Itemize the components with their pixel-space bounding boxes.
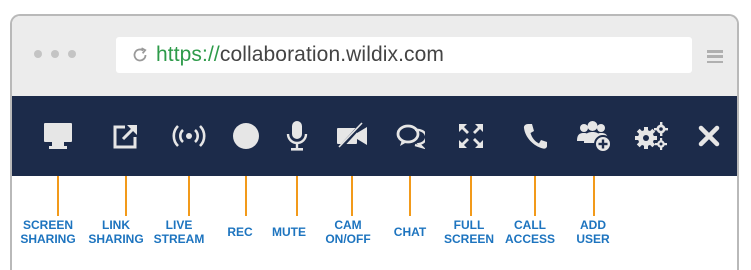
window-dot[interactable] xyxy=(34,50,42,58)
label-call-access: CALL ACCESS xyxy=(504,218,556,246)
url-text[interactable]: https://collaboration.wildix.com xyxy=(156,43,444,67)
gears-icon xyxy=(635,122,668,150)
window-controls xyxy=(34,50,76,58)
url-scheme: https:// xyxy=(156,43,220,66)
label-link-sharing: LINK SHARING xyxy=(88,218,144,246)
link-sharing-button[interactable] xyxy=(106,116,146,156)
hamburger-menu-icon[interactable] xyxy=(707,50,723,63)
chat-bubbles-icon xyxy=(396,124,425,150)
callout-line xyxy=(188,176,190,216)
label-live-stream: LIVE STREAM xyxy=(153,218,205,246)
record-icon xyxy=(233,123,259,149)
reload-icon[interactable] xyxy=(130,45,150,65)
window-dot[interactable] xyxy=(51,50,59,58)
record-button[interactable] xyxy=(226,116,266,156)
browser-chrome: https://collaboration.wildix.com xyxy=(12,16,737,96)
chat-button[interactable] xyxy=(390,116,430,156)
settings-button[interactable] xyxy=(632,116,672,156)
microphone-icon xyxy=(286,121,308,151)
close-icon xyxy=(698,125,720,147)
window-dot[interactable] xyxy=(68,50,76,58)
live-stream-button[interactable] xyxy=(169,116,209,156)
label-cam-onoff: CAM ON/OFF xyxy=(325,218,371,246)
callout-line xyxy=(409,176,411,216)
label-rec: REC xyxy=(227,225,253,239)
label-add-user: ADD USER xyxy=(576,218,610,246)
phone-icon xyxy=(523,124,547,149)
callout-line xyxy=(125,176,127,216)
mute-button[interactable] xyxy=(277,116,317,156)
callout-line xyxy=(351,176,353,216)
camera-toggle-button[interactable] xyxy=(332,116,372,156)
call-access-button[interactable] xyxy=(515,116,555,156)
url-host: collaboration.wildix.com xyxy=(219,43,445,66)
label-chat: CHAT xyxy=(393,225,427,239)
external-link-icon xyxy=(113,124,138,149)
full-screen-button[interactable] xyxy=(451,116,491,156)
callout-line xyxy=(57,176,59,216)
callout-line xyxy=(534,176,536,216)
address-bar[interactable]: https://collaboration.wildix.com xyxy=(116,37,692,73)
add-user-icon xyxy=(577,121,612,153)
label-screen-sharing: SCREEN SHARING xyxy=(20,218,76,246)
screen-sharing-button[interactable] xyxy=(38,116,78,156)
callout-line xyxy=(296,176,298,216)
broadcast-icon xyxy=(172,125,206,147)
close-button[interactable] xyxy=(689,116,729,156)
add-user-button[interactable] xyxy=(574,116,614,156)
monitor-icon xyxy=(44,123,72,149)
label-full-screen: FULL SCREEN xyxy=(443,218,495,246)
callout-line xyxy=(470,176,472,216)
browser-window: https://collaboration.wildix.com SCREEN … xyxy=(10,14,739,270)
fullscreen-arrows-icon xyxy=(459,124,483,148)
camera-off-icon xyxy=(337,122,367,150)
meeting-toolbar xyxy=(12,96,737,176)
callout-line xyxy=(593,176,595,216)
callout-line xyxy=(245,176,247,216)
label-mute: MUTE xyxy=(272,225,306,239)
